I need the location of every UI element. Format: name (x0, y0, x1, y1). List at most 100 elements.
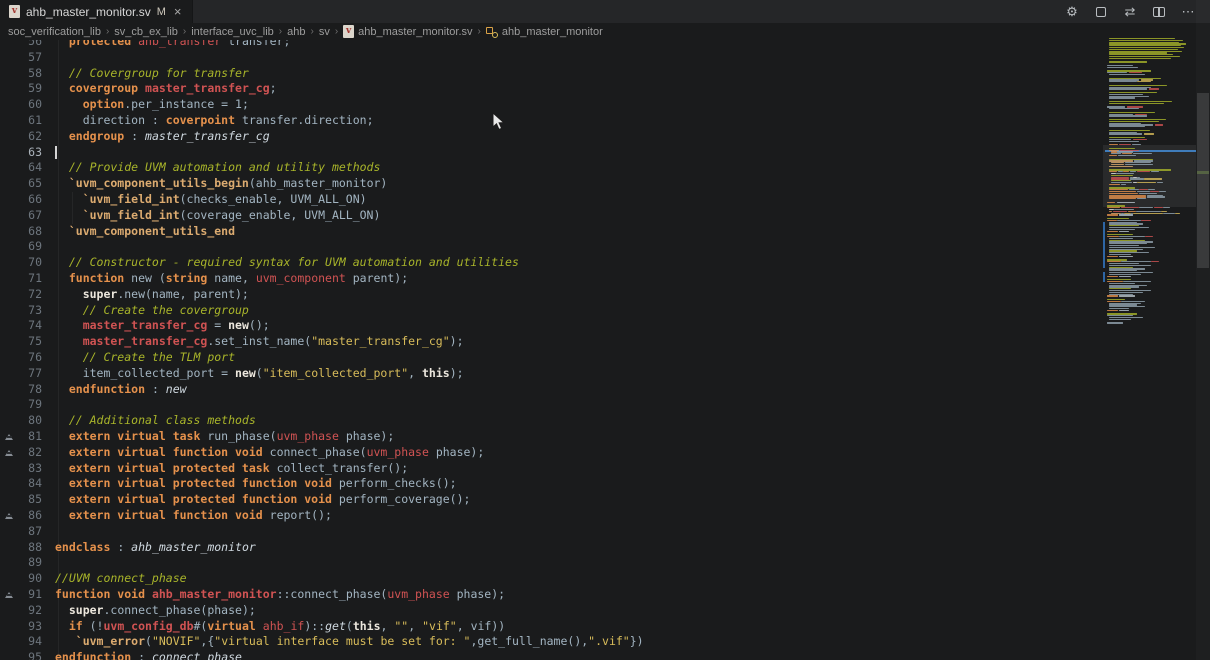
vscode-window: v ahb_master_monitor.sv M × ⚙ ⇄ ⋯ soc_ve… (0, 0, 1210, 660)
minimap-line (1151, 261, 1159, 262)
code-line[interactable]: 83 extern virtual protected task collect… (0, 461, 1105, 477)
systemverilog-file-icon: v (9, 5, 20, 18)
code-line[interactable]: 68 `uvm_component_utils_end (0, 224, 1105, 240)
code-line[interactable]: 71 function new (string name, uvm_compon… (0, 271, 1105, 287)
code-line[interactable]: 67 `uvm_field_int(coverage_enable, UVM_A… (0, 208, 1105, 224)
code-text: extern virtual function void connect_pha… (55, 445, 484, 461)
minimap-line (1121, 301, 1145, 302)
minimap-line (1117, 220, 1141, 221)
code-line[interactable]: 74 master_transfer_cg = new(); (0, 318, 1105, 334)
code-line[interactable]: 91function void ahb_master_monitor::conn… (0, 587, 1105, 603)
breadcrumb-item-ahb[interactable]: ahb (287, 26, 305, 38)
code-line[interactable]: 79 (0, 397, 1105, 413)
code-line[interactable]: 57 (0, 50, 1105, 66)
vertical-scrollbar[interactable] (1196, 0, 1210, 660)
code-text: // Additional class methods (55, 413, 256, 429)
code-line[interactable]: 58 // Covergroup for transfer (0, 66, 1105, 82)
minimap-line (1107, 220, 1117, 221)
code-text: `uvm_error("NOVIF",{"virtual interface m… (55, 634, 644, 650)
minimap-line (1107, 310, 1118, 311)
code-editor[interactable]: 56 protected ahb_transfer transfer;5758 … (0, 40, 1105, 660)
line-number: 78 (12, 382, 42, 398)
minimap-line (1109, 184, 1120, 185)
line-number: 56 (12, 40, 42, 50)
line-number: 95 (12, 650, 42, 660)
line-number: 89 (12, 555, 42, 571)
code-line[interactable]: 93 if (!uvm_config_db#(virtual ahb_if)::… (0, 619, 1105, 635)
minimap-line (1109, 58, 1171, 59)
code-line[interactable]: 82 extern virtual function void connect_… (0, 445, 1105, 461)
code-text: // Create the covergroup (55, 303, 249, 319)
tab-ahb-master-monitor[interactable]: v ahb_master_monitor.sv M × (0, 0, 193, 23)
breadcrumb-item-symbol[interactable]: ahb_master_monitor (502, 26, 603, 38)
code-line[interactable]: 88endclass : ahb_master_monitor (0, 540, 1105, 556)
breadcrumb-item-sv_cb_ex_lib[interactable]: sv_cb_ex_lib (114, 26, 178, 38)
code-line[interactable]: 64 // Provide UVM automation and utility… (0, 160, 1105, 176)
code-line[interactable]: 89 (0, 555, 1105, 571)
line-number: 87 (12, 524, 42, 540)
minimap-line (1119, 310, 1129, 311)
tab-close-icon[interactable]: × (174, 4, 182, 19)
breadcrumb-item-sv[interactable]: sv (319, 26, 330, 38)
minimap-line (1175, 213, 1180, 214)
code-text: // Create the TLM port (55, 350, 235, 366)
breadcrumb: soc_verification_lib›sv_cb_ex_lib›interf… (0, 23, 1210, 40)
code-line[interactable]: 87 (0, 524, 1105, 540)
breadcrumb-item-soc_verification_lib[interactable]: soc_verification_lib (8, 26, 101, 38)
code-text: if (!uvm_config_db#(virtual ahb_if)::get… (55, 619, 505, 635)
code-line[interactable]: 60 option.per_instance = 1; (0, 97, 1105, 113)
code-line[interactable]: 75 master_transfer_cg.set_inst_name("mas… (0, 334, 1105, 350)
code-line[interactable]: 92 super.connect_phase(phase); (0, 603, 1105, 619)
code-line[interactable]: 84 extern virtual protected function voi… (0, 476, 1105, 492)
code-line[interactable]: 63 (0, 145, 1105, 161)
code-line[interactable]: 61 direction : coverpoint transfer.direc… (0, 113, 1105, 129)
code-line[interactable]: 81 extern virtual task run_phase(uvm_pha… (0, 429, 1105, 445)
minimap-line (1107, 276, 1118, 277)
code-line[interactable]: 95 endfunction : connect_phase (0, 650, 1105, 660)
code-line[interactable]: 70 // Constructor - required syntax for … (0, 255, 1105, 271)
code-line[interactable]: 90//UVM connect_phase (0, 571, 1105, 587)
minimap-line (1109, 148, 1135, 149)
minimap-line (1163, 207, 1170, 208)
minimap-line (1147, 196, 1165, 197)
line-number: 85 (12, 492, 42, 508)
code-line[interactable]: 66 `uvm_field_int(checks_enable, UVM_ALL… (0, 192, 1105, 208)
line-number: 93 (12, 619, 42, 635)
code-line[interactable]: 72 super.new(name, parent); (0, 287, 1105, 303)
code-text: endclass : ahb_master_monitor (55, 540, 256, 556)
code-text: `uvm_component_utils_begin(ahb_master_mo… (55, 176, 387, 192)
minimap-line (1109, 229, 1135, 230)
code-line[interactable]: 56 protected ahb_transfer transfer; (0, 40, 1105, 50)
breadcrumb-separator-icon: › (478, 26, 481, 37)
code-text: // Constructor - required syntax for UVM… (55, 255, 519, 271)
minimap-line (1109, 292, 1143, 293)
settings-gear-icon[interactable]: ⚙ (1064, 4, 1080, 20)
code-line[interactable]: 76 // Create the TLM port (0, 350, 1105, 366)
code-line[interactable]: 69 (0, 239, 1105, 255)
breadcrumb-item-interface_uvc_lib[interactable]: interface_uvc_lib (191, 26, 274, 38)
code-line[interactable]: 59 covergroup master_transfer_cg; (0, 81, 1105, 97)
minimap[interactable] (1103, 0, 1196, 660)
minimap-line (1109, 94, 1143, 95)
code-text: // Provide UVM automation and utility me… (55, 160, 380, 176)
minimap-line (1121, 184, 1126, 185)
code-line[interactable]: 73 // Create the covergroup (0, 303, 1105, 319)
code-line[interactable]: 65 `uvm_component_utils_begin(ahb_master… (0, 176, 1105, 192)
code-line[interactable]: 62 endgroup : master_transfer_cg (0, 129, 1105, 145)
code-line[interactable]: 94 `uvm_error("NOVIF",{"virtual interfac… (0, 634, 1105, 650)
scrollbar-slider[interactable] (1197, 93, 1209, 268)
minimap-change-indicator (1103, 222, 1105, 268)
code-line[interactable]: 80 // Additional class methods (0, 413, 1105, 429)
code-line[interactable]: 77 item_collected_port = new("item_colle… (0, 366, 1105, 382)
code-line[interactable]: 78 endfunction : new (0, 382, 1105, 398)
breadcrumb-item-file[interactable]: ahb_master_monitor.sv (358, 26, 472, 38)
code-line[interactable]: 85 extern virtual protected function voi… (0, 492, 1105, 508)
code-text: endfunction : connect_phase (55, 650, 242, 660)
line-number: 71 (12, 271, 42, 287)
minimap-change-indicator (1103, 272, 1105, 282)
systemverilog-file-icon: v (343, 25, 354, 38)
code-line[interactable]: 86 extern virtual function void report()… (0, 508, 1105, 524)
minimap-line (1145, 236, 1153, 237)
minimap-line (1136, 211, 1161, 212)
line-number: 94 (12, 634, 42, 650)
